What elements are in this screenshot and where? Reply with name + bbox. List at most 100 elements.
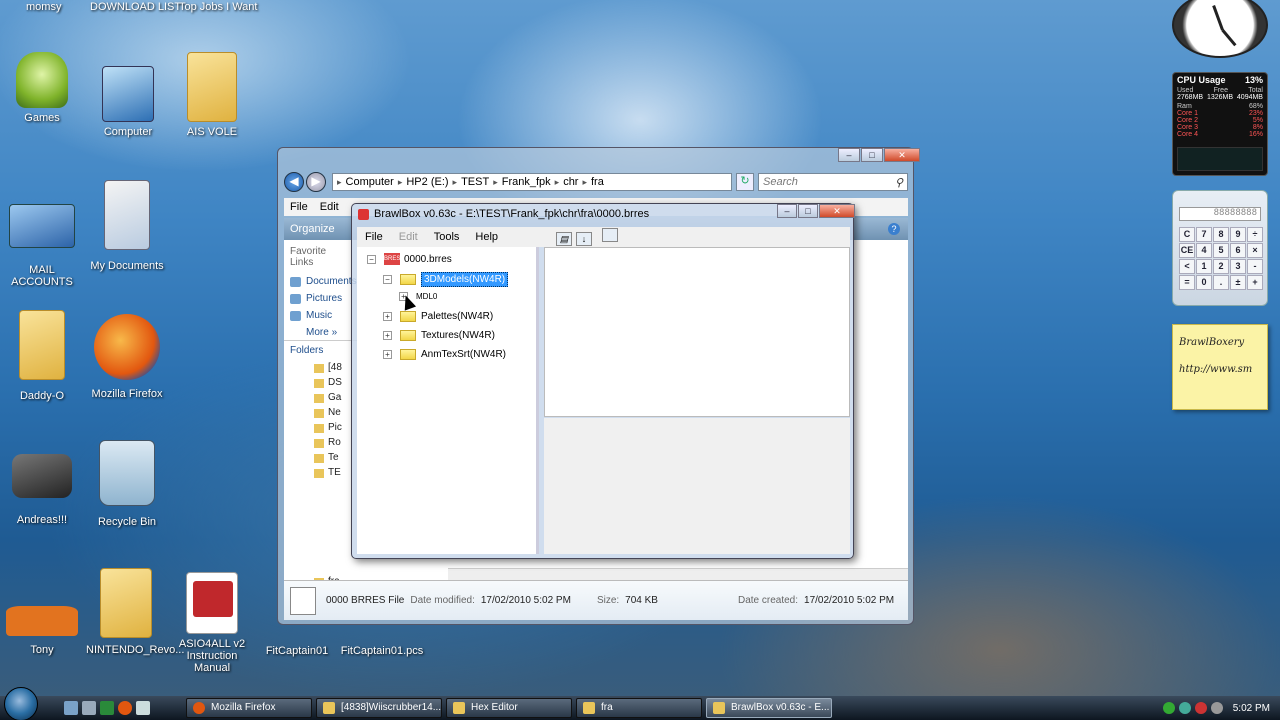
sticky-note-gadget[interactable]: BrawlBoxery http://www.sm — [1172, 324, 1268, 410]
sort-icon[interactable]: ↓ — [576, 232, 593, 246]
minimize-button[interactable]: – — [777, 204, 797, 218]
folder-row[interactable]: Te — [290, 452, 352, 467]
expand-icon[interactable]: + — [383, 312, 392, 321]
desktop-icon-fitcaptain01[interactable]: FitCaptain01 — [257, 645, 337, 657]
calculator-key[interactable]: × — [1247, 243, 1263, 258]
organize-button[interactable]: Organize — [290, 223, 335, 235]
volume-icon[interactable] — [1210, 702, 1223, 714]
taskbar-item-firefox[interactable]: Mozilla Firefox — [186, 698, 312, 718]
breadcrumb-computer[interactable]: Computer — [346, 176, 394, 188]
desktop-icon-firefox[interactable]: Mozilla Firefox — [87, 314, 167, 400]
view-icon[interactable] — [602, 228, 619, 242]
brawlbox-tree-view[interactable]: − BRES 0000.brres − 3DModels(NW4R) + MDL… — [357, 247, 539, 554]
desktop-icon-ais-vole[interactable]: AIS VOLE — [172, 52, 252, 138]
link-documents[interactable]: Documents — [290, 276, 357, 287]
folder-row[interactable]: Pic — [290, 422, 352, 437]
start-button[interactable] — [4, 687, 38, 720]
folder-row[interactable]: TE — [290, 467, 352, 482]
desktop-icon-games[interactable]: Games — [2, 52, 82, 124]
app-icon[interactable] — [136, 701, 150, 715]
desktop-icon-asio4all-manual[interactable]: ASIO4ALL v2 Instruction Manual — [171, 572, 253, 674]
expand-icon[interactable]: + — [383, 331, 392, 340]
taskbar-item-wiiscrubber[interactable]: [4838]Wiiscrubber14... — [316, 698, 442, 718]
desktop-label-momsy[interactable]: momsy — [26, 1, 61, 13]
calculator-key[interactable]: 4 — [1196, 243, 1212, 258]
desktop-icon-my-documents[interactable]: My Documents — [87, 180, 167, 272]
firefox-icon[interactable] — [118, 701, 132, 715]
address-bar[interactable]: ▸ Computer ▸ HP2 (E:) ▸ TEST ▸ Frank_fpk ▸ c… — [332, 173, 732, 191]
calculator-key[interactable]: C — [1179, 227, 1195, 242]
help-icon[interactable]: ? — [888, 223, 900, 235]
calculator-key[interactable]: 6 — [1230, 243, 1246, 258]
tray-icon[interactable] — [1178, 702, 1191, 714]
breadcrumb-test[interactable]: TEST — [461, 176, 489, 188]
maximize-button[interactable]: □ — [798, 204, 818, 218]
menu-tools[interactable]: Tools — [426, 231, 468, 243]
folder-row[interactable]: DS — [290, 377, 352, 392]
folder-row[interactable]: [48 — [290, 362, 352, 377]
minimize-button[interactable]: – — [838, 148, 860, 162]
maximize-button[interactable]: □ — [861, 148, 883, 162]
calculator-key[interactable]: CE — [1179, 243, 1195, 258]
switch-windows-icon[interactable] — [82, 701, 96, 715]
refresh-icon[interactable]: ↻ — [736, 173, 754, 191]
forward-button[interactable]: ▶ — [306, 172, 326, 192]
desktop-label-top-jobs[interactable]: Top Jobs I Want — [179, 1, 257, 13]
taskbar-item-fra[interactable]: fra — [576, 698, 702, 718]
folders-heading[interactable]: Folders — [290, 345, 352, 356]
calculator-key[interactable]: 0 — [1196, 275, 1212, 290]
menu-file[interactable]: File — [357, 231, 391, 243]
menu-file[interactable]: File — [290, 201, 308, 213]
back-button[interactable]: ◀ — [284, 172, 304, 192]
folder-row[interactable]: Ne — [290, 407, 352, 422]
breadcrumb-frank-fpk[interactable]: Frank_fpk — [502, 176, 551, 188]
desktop-icon-recycle-bin[interactable]: Recycle Bin — [87, 440, 167, 528]
collapse-icon[interactable]: − — [367, 254, 376, 264]
tree-node-anmtexsrt[interactable]: + AnmTexSrt(NW4R) — [383, 349, 506, 360]
properties-view-icon[interactable]: ▤ — [556, 232, 573, 246]
network-icon[interactable] — [1162, 702, 1175, 714]
desktop-icon-tony[interactable]: Tony — [2, 606, 82, 656]
desktop-icon-daddy-o[interactable]: Daddy-O — [2, 310, 82, 402]
close-button[interactable]: ✕ — [884, 148, 920, 162]
tree-node-root[interactable]: − BRES 0000.brres — [367, 253, 452, 265]
taskbar-item-hex-editor[interactable]: Hex Editor — [446, 698, 572, 718]
calculator-key[interactable]: 5 — [1213, 243, 1229, 258]
link-music[interactable]: Music — [290, 310, 352, 321]
calculator-key[interactable]: = — [1179, 275, 1195, 290]
show-desktop-icon[interactable] — [64, 701, 78, 715]
menu-edit[interactable]: Edit — [320, 201, 339, 213]
calculator-key[interactable]: 7 — [1196, 227, 1212, 242]
tray-icon[interactable] — [1194, 702, 1207, 714]
tree-node-textures[interactable]: + Textures(NW4R) — [383, 330, 495, 341]
calculator-key[interactable]: . — [1213, 275, 1229, 290]
desktop-icon-computer[interactable]: Computer — [88, 66, 168, 138]
calculator-key[interactable]: < — [1179, 259, 1195, 274]
tree-node-3dmodels[interactable]: − 3DModels(NW4R) — [383, 272, 509, 287]
search-icon[interactable]: ⚲ — [895, 176, 907, 189]
tree-node-palettes[interactable]: + Palettes(NW4R) — [383, 311, 493, 322]
taskbar-item-brawlbox[interactable]: BrawlBox v0.63c - E... — [706, 698, 832, 718]
menu-help[interactable]: Help — [467, 231, 506, 243]
more-link[interactable]: More » — [290, 327, 352, 338]
calculator-key[interactable]: 2 — [1213, 259, 1229, 274]
calculator-key[interactable]: - — [1247, 259, 1263, 274]
desktop-icon-andreas[interactable]: Andreas!!! — [2, 454, 82, 526]
clock-time[interactable]: 5:02 PM — [1233, 703, 1270, 714]
horizontal-scrollbar[interactable] — [448, 568, 908, 580]
link-pictures[interactable]: Pictures — [290, 293, 352, 304]
close-button[interactable]: ✕ — [819, 204, 855, 218]
brawlbox-properties-panel[interactable] — [544, 247, 850, 417]
desktop-icon-mail-accounts[interactable]: MAIL ACCOUNTS — [2, 196, 82, 288]
desktop-icon-nintendo-revo[interactable]: NINTENDO_Revo... — [86, 568, 184, 656]
app-icon[interactable] — [100, 701, 114, 715]
folder-row[interactable]: Ro — [290, 437, 352, 452]
calculator-key[interactable]: 1 — [1196, 259, 1212, 274]
folder-row[interactable]: Ga — [290, 392, 352, 407]
desktop-icon-fitcaptain01-pcs[interactable]: FitCaptain01.pcs — [340, 645, 424, 657]
brawlbox-window[interactable]: BrawlBox v0.63c - E:\TEST\Frank_fpk\chr\… — [351, 203, 855, 559]
calculator-key[interactable]: ± — [1230, 275, 1246, 290]
breadcrumb-fra[interactable]: fra — [591, 176, 604, 188]
search-input[interactable]: Search ⚲ — [758, 173, 908, 191]
brawlbox-title-bar[interactable]: BrawlBox v0.63c - E:\TEST\Frank_fpk\chr\… — [358, 208, 649, 220]
